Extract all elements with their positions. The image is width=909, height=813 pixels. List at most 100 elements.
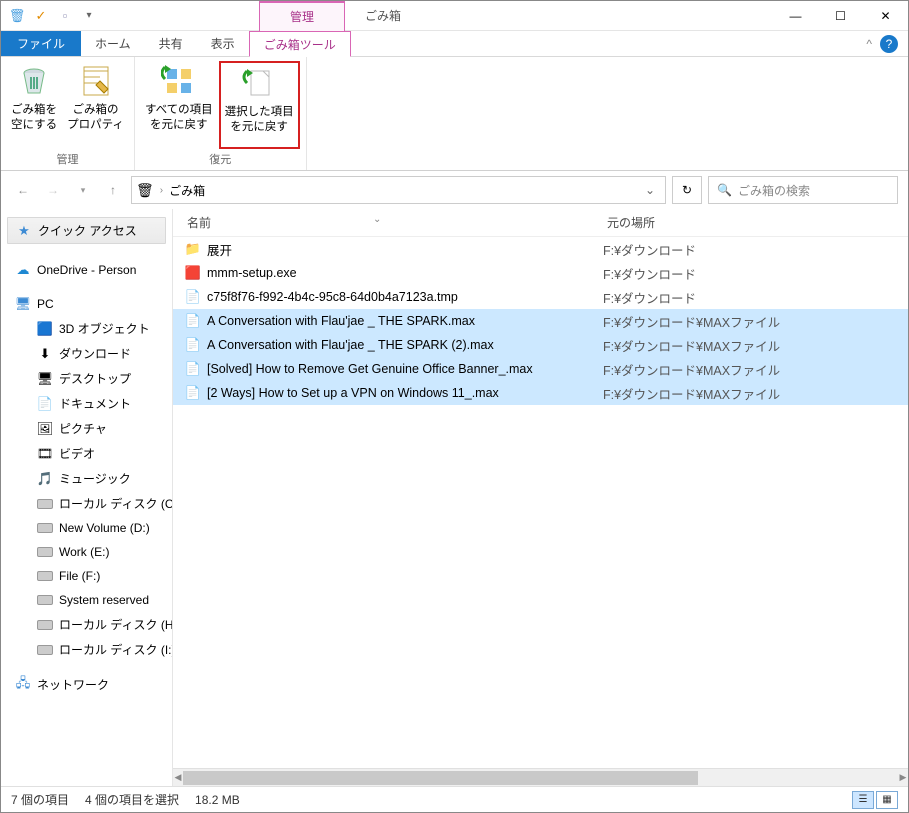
sidebar-item-label: ドキュメント [59, 395, 131, 412]
file-location: F:¥ダウンロード [603, 240, 908, 259]
view-thumbnails-button[interactable]: ▦ [876, 791, 898, 809]
sidebar-item[interactable]: Work (E:) [1, 540, 172, 564]
address-box[interactable]: 🗑 › ごみ箱 ⌄ [131, 176, 666, 204]
sidebar-item-label: ローカル ディスク (C [59, 495, 173, 512]
breadcrumb-separator-icon[interactable]: › [160, 185, 163, 196]
qat-dropdown-icon[interactable]: ▾ [79, 6, 99, 26]
sidebar-item[interactable]: 🖼ピクチャ [1, 416, 172, 441]
window-controls: — ☐ ✕ [773, 1, 908, 31]
file-row[interactable]: 📄 A Conversation with Flau'jae _ THE SPAR… [173, 333, 908, 357]
sidebar-item-network[interactable]: 🖧 ネットワーク [1, 672, 172, 697]
file-row[interactable]: 📄[Solved] How to Remove Get Genuine Offi… [173, 357, 908, 381]
view-details-button[interactable]: ☰ [852, 791, 874, 809]
drive-icon [37, 592, 53, 608]
file-location: F:¥ダウンロード [603, 288, 908, 307]
recycle-bin-icon: 🗑 [136, 182, 154, 199]
sidebar-item-label: ミュージック [59, 470, 131, 487]
sidebar-item[interactable]: File (F:) [1, 564, 172, 588]
quick-access-toolbar: 🗑 ✓ ▫ ▾ [1, 6, 99, 26]
tab-view[interactable]: 表示 [197, 31, 249, 56]
sidebar-item-pc[interactable]: 🖥 PC [1, 292, 172, 316]
refresh-button[interactable]: ↻ [672, 176, 702, 204]
recent-locations-icon[interactable]: ▾ [71, 178, 95, 202]
help-icon[interactable]: ? [880, 35, 898, 53]
sidebar-item[interactable]: ローカル ディスク (C [1, 491, 172, 516]
restore-selected-items-button[interactable]: 選択した項目 を元に戻す [219, 61, 300, 149]
collapse-ribbon-icon[interactable]: ^ [866, 37, 872, 51]
sidebar-item[interactable]: ローカル ディスク (H [1, 612, 172, 637]
main-area: ★ クイック アクセス ☁ OneDrive - Person 🖥 PC 🟦3D… [1, 209, 908, 786]
sidebar-item[interactable]: ⬇ダウンロード [1, 341, 172, 366]
file-row[interactable]: 📄 [2 Ways] How to Set up a VPN on Windows… [173, 381, 908, 405]
sidebar-item-label: ローカル ディスク (I:) [59, 641, 173, 658]
file-list[interactable]: 📁展开F:¥ダウンロード🟥mmm-setup.exeF:¥ダウンロード📄c75f… [173, 237, 908, 768]
address-dropdown-icon[interactable]: ⌄ [639, 183, 661, 197]
checkbox-icon[interactable]: ✓ [31, 6, 51, 26]
file-icon: 📄 [185, 313, 201, 329]
restore-all-items-button[interactable]: すべての項目 を元に戻す [141, 61, 217, 149]
sidebar-item[interactable]: 🖥デスクトップ [1, 366, 172, 391]
file-name: A Conversation with Flau'jae _ THE SPARK… [207, 338, 494, 352]
recycle-bin-icon[interactable]: 🗑 [7, 6, 27, 26]
ribbon-tabs: ファイル ホーム 共有 表示 ごみ箱ツール ^ ? [1, 31, 908, 57]
file-row[interactable]: 📁展开F:¥ダウンロード [173, 237, 908, 261]
search-box[interactable]: 🔍 ごみ箱の検索 [708, 176, 898, 204]
close-button[interactable]: ✕ [863, 1, 908, 31]
column-headers: 名前⌄ 元の場所 [173, 209, 908, 237]
tab-file[interactable]: ファイル [1, 31, 81, 56]
search-placeholder: ごみ箱の検索 [738, 182, 810, 199]
restore-all-icon [161, 63, 197, 99]
tab-home[interactable]: ホーム [81, 31, 145, 56]
folder-icon: 🟦 [37, 321, 53, 337]
status-item-count: 7 個の項目 [11, 791, 69, 808]
scroll-left-icon[interactable]: ◀ [173, 772, 183, 783]
file-icon: 📄 [185, 385, 201, 401]
file-row[interactable]: 📄A Conversation with Flau'jae _ THE SPAR… [173, 309, 908, 333]
sidebar-item-quick-access[interactable]: ★ クイック アクセス [7, 217, 166, 244]
ribbon-group-manage: ごみ箱を 空にする ごみ箱の プロパティ 管理 [1, 57, 135, 170]
sidebar-item-label: System reserved [59, 593, 149, 607]
file-icon: 🟥 [185, 265, 201, 281]
sidebar-item[interactable]: System reserved [1, 588, 172, 612]
scrollbar-thumb[interactable] [183, 771, 698, 785]
sidebar-item-onedrive[interactable]: ☁ OneDrive - Person [1, 258, 172, 282]
tab-recycle-bin-tools[interactable]: ごみ箱ツール [249, 31, 351, 57]
sidebar-item[interactable]: New Volume (D:) [1, 516, 172, 540]
column-header-name[interactable]: 名前⌄ [173, 214, 603, 231]
file-row[interactable]: 🟥mmm-setup.exeF:¥ダウンロード [173, 261, 908, 285]
minimize-button[interactable]: — [773, 1, 818, 31]
up-button[interactable]: ↑ [101, 178, 125, 202]
scroll-right-icon[interactable]: ▶ [898, 772, 908, 783]
recycle-bin-properties-button[interactable]: ごみ箱の プロパティ [63, 61, 128, 149]
network-icon: 🖧 [15, 677, 31, 693]
forward-button[interactable]: → [41, 178, 65, 202]
tab-share[interactable]: 共有 [145, 31, 197, 56]
window-title: ごみ箱 [345, 7, 421, 24]
file-name: [2 Ways] How to Set up a VPN on Windows … [207, 386, 499, 400]
sidebar-item-label: ピクチャ [59, 420, 107, 437]
file-icon: 📁 [185, 241, 201, 257]
recycle-bin-icon [16, 63, 52, 99]
status-size: 18.2 MB [195, 793, 240, 807]
horizontal-scrollbar[interactable]: ◀ ▶ [173, 768, 908, 786]
folder-icon: 📄 [37, 396, 53, 412]
ribbon-group-manage-label: 管理 [56, 149, 78, 169]
breadcrumb-item[interactable]: ごみ箱 [169, 182, 205, 199]
sidebar-item-label: ダウンロード [59, 345, 131, 362]
properties-icon [78, 63, 114, 99]
sidebar-item[interactable]: 🟦3D オブジェクト [1, 316, 172, 341]
new-folder-icon[interactable]: ▫ [55, 6, 75, 26]
maximize-button[interactable]: ☐ [818, 1, 863, 31]
sidebar-item[interactable]: ローカル ディスク (I:) [1, 637, 172, 662]
drive-icon [37, 496, 53, 512]
ribbon: ごみ箱を 空にする ごみ箱の プロパティ 管理 すべての項目 を元に戻す [1, 57, 908, 171]
file-icon: 📄 [185, 337, 201, 353]
content-area: 名前⌄ 元の場所 📁展开F:¥ダウンロード🟥mmm-setup.exeF:¥ダウ… [173, 209, 908, 786]
empty-recycle-bin-button[interactable]: ごみ箱を 空にする [7, 61, 61, 149]
sidebar-item[interactable]: 📄 ドキュメント [1, 391, 172, 416]
column-header-location[interactable]: 元の場所 [603, 214, 908, 231]
sidebar-item[interactable]: 🎵ミュージック [1, 466, 172, 491]
file-row[interactable]: 📄c75f8f76-f992-4b4c-95c8-64d0b4a7123a.tm… [173, 285, 908, 309]
sidebar-item[interactable]: 🎞ビデオ [1, 441, 172, 466]
back-button[interactable]: ← [11, 178, 35, 202]
